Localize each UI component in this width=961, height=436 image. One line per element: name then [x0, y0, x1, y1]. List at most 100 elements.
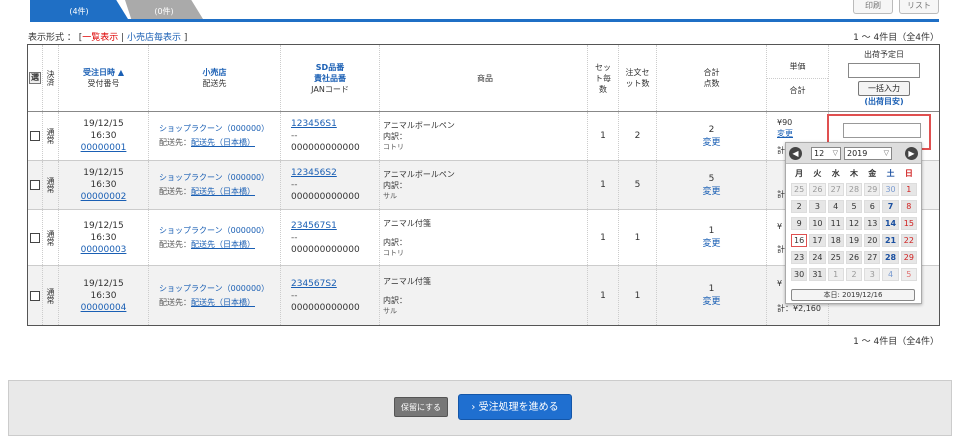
shop-link[interactable]: ショップラクーン（000000）: [159, 122, 280, 136]
calendar-day[interactable]: 23: [791, 251, 808, 264]
calendar-day[interactable]: 5: [900, 268, 917, 281]
hold-button[interactable]: 保留にする: [394, 397, 448, 417]
calendar-day[interactable]: 7: [882, 200, 899, 213]
calendar-day[interactable]: 27: [827, 183, 844, 196]
calendar-day[interactable]: 17: [809, 234, 826, 247]
calendar-day[interactable]: 22: [900, 234, 917, 247]
dest-label: 配送先：: [159, 187, 191, 196]
calendar-day[interactable]: 2: [791, 200, 808, 213]
calendar-day[interactable]: 4: [882, 268, 899, 281]
change-qty-link[interactable]: 変更: [702, 135, 720, 148]
change-qty-link[interactable]: 変更: [702, 184, 720, 197]
weekday-label: 金: [868, 169, 877, 178]
sd-link[interactable]: 234567S1: [291, 220, 379, 232]
calendar-day[interactable]: 13: [864, 217, 881, 230]
row-checkbox[interactable]: [30, 180, 40, 190]
calendar-day[interactable]: 2: [845, 268, 863, 281]
calendar-day[interactable]: 20: [864, 234, 881, 247]
calendar-day[interactable]: 18: [827, 234, 844, 247]
sort-shop[interactable]: 小売店: [203, 67, 227, 78]
calendar-day[interactable]: 5: [845, 200, 863, 213]
item-detail: コトリ: [383, 143, 404, 151]
calendar-day[interactable]: 3: [809, 200, 826, 213]
calendar-day[interactable]: 1: [827, 268, 844, 281]
proceed-button[interactable]: › 受注処理を進める: [458, 394, 572, 420]
bulk-ship-date-input[interactable]: [848, 63, 920, 78]
calendar-day[interactable]: 9: [791, 217, 808, 230]
year-select[interactable]: 2019 ▽: [844, 147, 892, 160]
tab-new-orders[interactable]: (4件): [30, 0, 128, 19]
calendar-day[interactable]: 16: [791, 234, 808, 247]
sort-order-date[interactable]: 受注日時 ▲: [83, 67, 124, 78]
calendar-day[interactable]: 25: [791, 183, 808, 196]
calendar-day[interactable]: 30: [882, 183, 899, 196]
list-button[interactable]: リスト: [899, 0, 939, 14]
calendar-day[interactable]: 29: [900, 251, 917, 264]
calendar-day[interactable]: 10: [809, 217, 826, 230]
sd2-value: --: [291, 180, 298, 190]
set-count: 1: [600, 180, 606, 190]
weekday-header: 月 火 水 木 金 土 日: [790, 168, 918, 179]
row-checkbox[interactable]: [30, 232, 40, 243]
calendar-day[interactable]: 27: [864, 251, 881, 264]
calendar-day[interactable]: 24: [809, 251, 826, 264]
month-select[interactable]: 12 ▽: [811, 147, 841, 160]
calendar-day[interactable]: 26: [845, 251, 863, 264]
sd-link[interactable]: 123456S1: [291, 118, 379, 130]
list-all-link[interactable]: 一覧表示: [82, 33, 118, 43]
total-qty: 1: [708, 284, 715, 294]
sd-link[interactable]: 234567S2: [291, 278, 379, 290]
calendar-day[interactable]: 4: [827, 200, 844, 213]
bulk-input-button[interactable]: 一括入力: [858, 81, 910, 96]
prev-month-icon[interactable]: ◀: [789, 147, 802, 160]
shop-link[interactable]: ショップラクーン（000000）: [159, 171, 280, 185]
calendar-day[interactable]: 19: [845, 234, 863, 247]
tab-on-hold[interactable]: (0件): [125, 0, 203, 19]
calendar-day[interactable]: 31: [809, 268, 826, 281]
calendar-day[interactable]: 3: [864, 268, 881, 281]
row-checkbox[interactable]: [30, 290, 40, 301]
calendar-day[interactable]: 21: [882, 234, 899, 247]
sort-sd2[interactable]: 責社品番: [314, 73, 346, 84]
dest-link[interactable]: 配送先（日本橋）: [191, 240, 255, 249]
header-sd: SD品番 責社品番 JANコード: [281, 45, 380, 111]
calendar-day[interactable]: 30: [791, 268, 808, 281]
row-checkbox[interactable]: [30, 131, 40, 141]
calendar-day[interactable]: 12: [845, 217, 863, 230]
change-qty-link[interactable]: 変更: [702, 294, 720, 307]
calendar-day[interactable]: 14: [882, 217, 899, 230]
calendar-day[interactable]: 6: [864, 200, 881, 213]
calendar-day[interactable]: 8: [900, 200, 917, 213]
print-button[interactable]: 印刷: [853, 0, 893, 14]
date-cell: 19/12/15 16:30 00000004: [59, 266, 149, 325]
order-no-link[interactable]: 00000004: [81, 302, 127, 314]
calendar-day[interactable]: 29: [864, 183, 881, 196]
date-picker: ◀ 12 ▽ 2019 ▽ ▶ 月 火 水 木 金 土 日 25 26 27 28 29 30…: [785, 142, 922, 304]
calendar-day[interactable]: 25: [827, 251, 844, 264]
sort-sd[interactable]: SD品番: [316, 62, 344, 73]
calendar-day[interactable]: 11: [827, 217, 844, 230]
calendar-day[interactable]: 28: [882, 251, 899, 264]
item-name: アニマル付箋: [383, 276, 431, 286]
shop-link[interactable]: ショップラクーン（000000）: [159, 224, 280, 238]
order-no-link[interactable]: 00000003: [81, 244, 127, 256]
item-name: アニマル付箋: [383, 218, 431, 228]
today-button[interactable]: 本日: 2019/12/16: [791, 289, 915, 301]
calendar-day[interactable]: 15: [900, 217, 917, 230]
order-no-link[interactable]: 00000001: [81, 142, 127, 154]
next-month-icon[interactable]: ▶: [905, 147, 918, 160]
dest-link[interactable]: 配送先（日本橋）: [191, 187, 255, 196]
change-qty-link[interactable]: 変更: [702, 236, 720, 249]
dest-link[interactable]: 配送先（日本橋）: [191, 138, 255, 147]
weekday-label: 水: [831, 169, 840, 178]
by-shop-link[interactable]: 小売店毎表示: [127, 33, 181, 43]
change-price-link[interactable]: 変更: [777, 128, 828, 139]
order-no-link[interactable]: 00000002: [81, 191, 127, 203]
sd-link[interactable]: 123456S2: [291, 167, 379, 179]
calendar-day[interactable]: 26: [809, 183, 826, 196]
shop-link[interactable]: ショップラクーン（000000）: [159, 282, 280, 296]
dest-link[interactable]: 配送先（日本橋）: [191, 298, 255, 307]
calendar-day[interactable]: 28: [845, 183, 863, 196]
calendar-day[interactable]: 1: [900, 183, 917, 196]
select-all-button[interactable]: 選: [29, 72, 41, 84]
